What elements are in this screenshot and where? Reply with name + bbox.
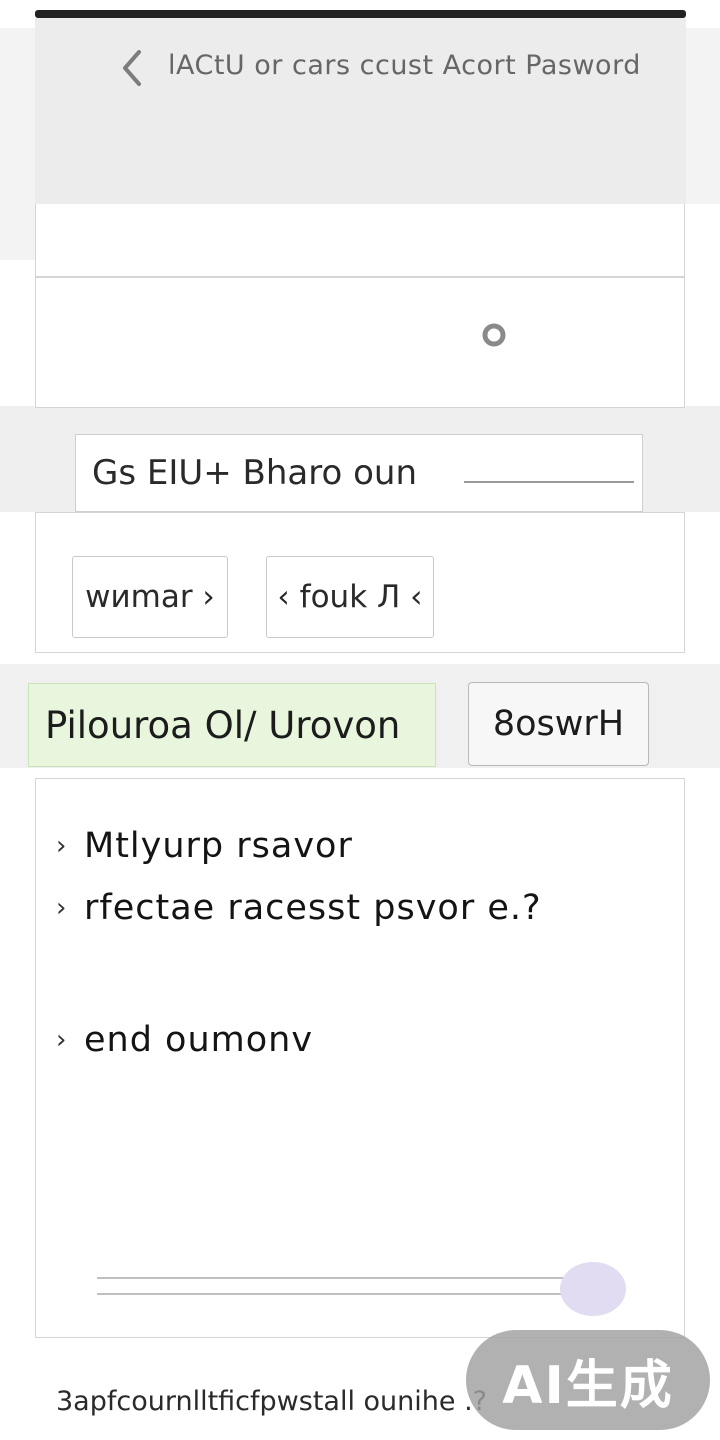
slider-line-top bbox=[97, 1277, 569, 1279]
bullet-icon: › bbox=[56, 893, 68, 923]
secondary-button[interactable]: 8oswrH bbox=[468, 682, 649, 766]
page-title: lACtU or cars ccust Acort Pasword bbox=[168, 50, 641, 81]
background-band-left bbox=[0, 204, 35, 260]
footer-text: 3apfcournlltficfpwstall ounihe .? bbox=[56, 1386, 487, 1417]
blank-card bbox=[35, 204, 685, 277]
watermark-label: AI生成 bbox=[502, 1355, 674, 1416]
chevron-left-icon[interactable] bbox=[112, 46, 152, 90]
list-item[interactable]: › rfectae racesst psvor e.? bbox=[56, 888, 542, 928]
chip-first[interactable]: wиmar › bbox=[72, 556, 228, 638]
list-item-label: end oumonv bbox=[84, 1020, 314, 1060]
primary-button[interactable]: Pilouroa Ol/ Urovon bbox=[28, 683, 436, 767]
slider-thumb[interactable] bbox=[560, 1262, 626, 1316]
slider-line-bottom bbox=[97, 1293, 569, 1295]
loading-card bbox=[35, 277, 685, 408]
list-item-label: Mtlyurp rsavor bbox=[84, 826, 353, 866]
list-item[interactable]: › Mtlyurp rsavor bbox=[56, 826, 353, 866]
chip-second[interactable]: ‹ fouk Л ‹ bbox=[266, 556, 434, 638]
bullet-icon: › bbox=[56, 831, 68, 861]
search-input-value: Gs EIU+ Bharo oun bbox=[92, 453, 418, 493]
status-bar bbox=[35, 10, 686, 18]
list-item-label: rfectae racesst psvor e.? bbox=[84, 888, 542, 928]
loading-spinner-icon bbox=[481, 322, 507, 348]
search-underline bbox=[464, 481, 634, 483]
watermark-badge: AI生成 bbox=[466, 1330, 710, 1430]
list-item[interactable]: › end oumonv bbox=[56, 1020, 313, 1060]
slider-track[interactable] bbox=[97, 1277, 569, 1295]
bullet-icon: › bbox=[56, 1025, 68, 1055]
search-input[interactable]: Gs EIU+ Bharo oun bbox=[75, 434, 643, 512]
